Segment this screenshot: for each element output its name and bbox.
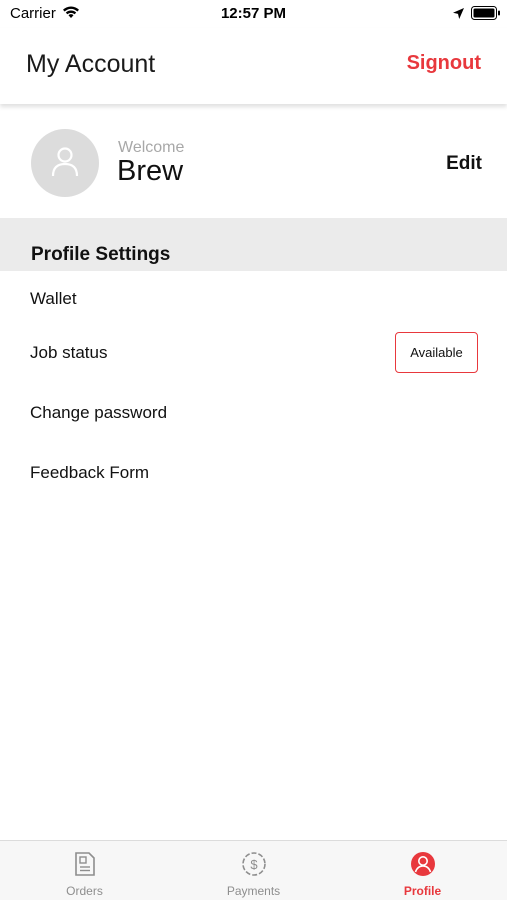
- status-bar: Carrier 12:57 PM: [0, 0, 507, 28]
- menu-item-feedback-form[interactable]: Feedback Form: [30, 463, 149, 483]
- tab-profile-label: Profile: [403, 884, 442, 898]
- tab-orders[interactable]: Orders: [0, 841, 169, 900]
- tab-payments[interactable]: $ Payments: [169, 841, 338, 900]
- tab-orders-label: Orders: [66, 884, 103, 898]
- profile-icon: [410, 851, 436, 882]
- profile-card: Welcome Brew Edit: [0, 104, 507, 218]
- tab-payments-label: Payments: [226, 884, 281, 898]
- navigation-header: My Account Signout: [0, 28, 507, 104]
- signout-button[interactable]: Signout: [407, 52, 481, 75]
- user-silhouette-icon: [51, 147, 79, 177]
- my-account-screen: Carrier 12:57 PM My Account Signout Welc…: [0, 0, 507, 900]
- section-title: Profile Settings: [31, 244, 171, 265]
- user-name: Brew: [117, 155, 184, 187]
- payments-icon: $: [241, 851, 267, 882]
- location-arrow-icon: [452, 7, 465, 25]
- orders-icon: [73, 851, 97, 882]
- tab-bar: Orders $ Payments Profile: [0, 840, 507, 900]
- job-status-available-button[interactable]: Available: [395, 332, 478, 373]
- avatar[interactable]: [31, 129, 99, 197]
- tab-profile[interactable]: Profile: [338, 841, 507, 900]
- profile-settings-section-header: Profile Settings: [0, 218, 507, 271]
- menu-item-wallet[interactable]: Wallet: [30, 289, 77, 309]
- clock-label: 12:57 PM: [220, 5, 287, 22]
- battery-icon: [471, 6, 501, 25]
- menu-item-change-password[interactable]: Change password: [30, 403, 167, 423]
- edit-profile-button[interactable]: Edit: [446, 153, 482, 175]
- svg-text:$: $: [250, 857, 258, 872]
- menu-item-job-status[interactable]: Job status: [30, 343, 108, 363]
- page-title: My Account: [26, 50, 156, 78]
